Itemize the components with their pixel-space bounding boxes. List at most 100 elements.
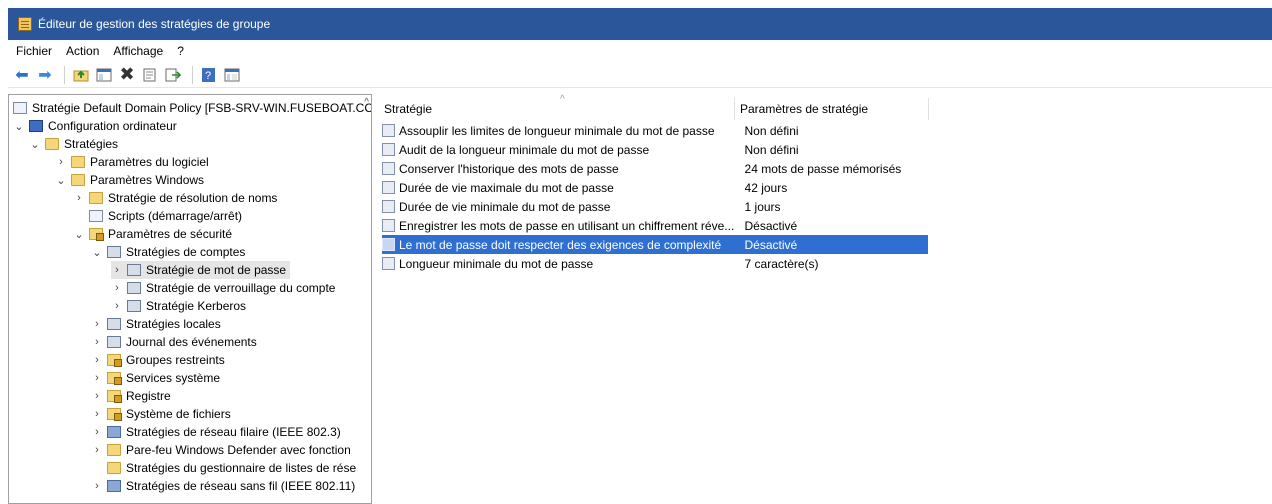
menu-fichier[interactable]: Fichier [8,44,58,58]
chevron-right-icon[interactable]: › [111,264,123,276]
tree-item-label: Registre [126,389,171,403]
tree-item-network-list-manager[interactable]: Stratégies du gestionnaire de listes de … [107,459,356,477]
tree-item-label: Stratégies du gestionnaire de listes de … [126,461,357,475]
column-header-policy[interactable]: Stratégie ^ [384,94,736,120]
chevron-down-icon[interactable]: ⌄ [73,228,85,241]
tree-item-label: Configuration ordinateur [48,119,177,133]
policy-value: 42 jours [744,180,788,195]
chevron-right-icon[interactable]: › [91,408,103,420]
tree-item-label: Journal des événements [126,335,257,349]
list-item[interactable]: Durée de vie minimale du mot de passe 1 … [382,197,928,216]
tree-item-label: Stratégies de réseau filaire (IEEE 802.3… [126,425,341,439]
list-item[interactable]: Longueur minimale du mot de passe 7 cara… [382,254,928,273]
tree-item-scripts[interactable]: Scripts (démarrage/arrêt) [89,207,242,225]
tree-item-label: Paramètres de sécurité [108,227,233,241]
tree-item-wired-network[interactable]: › Stratégies de réseau filaire (IEEE 802… [91,423,341,441]
show-hide-tree-icon[interactable] [94,65,114,85]
column-header-setting[interactable]: Paramètres de stratégie [740,98,926,120]
export-list-icon[interactable] [163,65,183,85]
tree-item-account-policies[interactable]: ⌄ Stratégies de comptes [91,243,245,261]
menu-affichage[interactable]: Affichage [105,44,169,58]
tree-item-local-policies[interactable]: › Stratégies locales [91,315,221,333]
network-policy-icon [107,426,121,438]
up-folder-icon[interactable] [71,65,91,85]
list-item[interactable]: Conserver l'historique des mots de passe… [382,159,928,178]
chevron-right-icon[interactable]: › [91,318,103,330]
tree-item-label: Stratégie de verrouillage du compte [146,281,336,295]
top-strip [0,0,1272,8]
policy-setting-icon [382,219,395,232]
policy-book-icon [107,318,121,330]
chevron-right-icon[interactable]: › [111,282,123,294]
chevron-right-icon[interactable]: › [73,192,85,204]
policy-editor-icon [18,17,32,31]
tree-item-event-log[interactable]: › Journal des événements [91,333,257,351]
menu-bar: Fichier Action Affichage ? [8,40,1272,62]
title-bar: Éditeur de gestion des stratégies de gro… [8,8,1272,40]
tree-item-name-resolution[interactable]: › Stratégie de résolution de noms [73,189,277,207]
tree-item-wireless-network[interactable]: › Stratégies de réseau sans fil (IEEE 80… [91,477,355,495]
tree-item-security-settings[interactable]: ⌄ Paramètres de sécurité [73,225,232,243]
svg-text:?: ? [205,70,211,82]
column-divider[interactable] [928,98,929,120]
column-header-label: Paramètres de stratégie [740,102,869,116]
tree-item-kerberos-policy[interactable]: › Stratégie Kerberos [111,297,246,315]
folder-icon [107,462,121,474]
tree-item-password-policy[interactable]: › Stratégie de mot de passe [111,261,291,279]
policy-setting-icon [382,143,395,156]
tree-item-root-policy[interactable]: Stratégie Default Domain Policy [FSB-SRV… [13,99,371,117]
chevron-right-icon[interactable]: › [55,156,67,168]
chevron-right-icon[interactable]: › [91,426,103,438]
column-divider[interactable] [734,98,735,120]
tree-item-windows-settings[interactable]: ⌄ Paramètres Windows [55,171,204,189]
folder-icon [45,138,59,150]
chevron-down-icon[interactable]: ⌄ [55,174,67,187]
policy-name: Audit de la longueur minimale du mot de … [399,142,650,157]
properties-icon[interactable] [140,65,160,85]
chevron-down-icon[interactable]: ⌄ [13,120,25,133]
tree-item-system-services[interactable]: › Services système [91,369,220,387]
chevron-right-icon[interactable]: › [111,300,123,312]
tree-item-restricted-groups[interactable]: › Groupes restreints [91,351,225,369]
tree-item-software-settings[interactable]: › Paramètres du logiciel [55,153,209,171]
list-item[interactable]: Audit de la longueur minimale du mot de … [382,140,928,159]
chevron-right-icon[interactable]: › [91,354,103,366]
tree-item-registry[interactable]: › Registre [91,387,171,405]
list-item-selected[interactable]: Le mot de passe doit respecter des exige… [382,235,928,254]
chevron-right-icon[interactable]: › [91,336,103,348]
back-arrow-icon[interactable]: ⬅ [12,65,32,85]
menu-action[interactable]: Action [58,44,105,58]
tree-item-label: Paramètres Windows [90,173,205,187]
console-tree[interactable]: ^ Stratégie Default Domain Policy [FSB-S… [8,94,372,504]
chevron-down-icon[interactable]: ⌄ [29,138,41,151]
list-item[interactable]: Assouplir les limites de longueur minima… [382,121,928,140]
view-icon[interactable] [222,65,242,85]
chevron-down-icon[interactable]: ⌄ [91,246,103,259]
tree-item-computer-config[interactable]: ⌄ Configuration ordinateur [13,117,177,135]
chevron-right-icon[interactable]: › [91,390,103,402]
folder-icon [107,444,121,456]
chevron-right-icon[interactable]: › [91,372,103,384]
forward-arrow-icon[interactable]: ➡ [35,65,55,85]
tree-item-file-system[interactable]: › Système de fichiers [91,405,231,423]
locked-folder-icon [107,372,122,385]
delete-icon[interactable]: ✖ [117,64,137,85]
list-item[interactable]: Durée de vie maximale du mot de passe 42… [382,178,928,197]
help-icon[interactable]: ? [199,65,219,85]
tree-item-label: Stratégies locales [126,317,221,331]
chevron-right-icon[interactable]: › [91,480,103,492]
policy-name: Longueur minimale du mot de passe [399,256,594,271]
list-item[interactable]: Enregistrer les mots de passe en utilisa… [382,216,928,235]
policy-name: Assouplir les limites de longueur minima… [399,123,715,138]
folder-icon [89,192,103,204]
policy-setting-icon [382,238,395,251]
chevron-right-icon[interactable]: › [91,444,103,456]
policy-scroll-icon [13,102,27,114]
tree-item-lockout-policy[interactable]: › Stratégie de verrouillage du compte [111,279,335,297]
policy-name: Durée de vie minimale du mot de passe [399,199,611,214]
menu-help[interactable]: ? [169,44,190,58]
toolbar: ⬅ ➡ ✖ ? [8,62,1272,88]
tree-item-strategies[interactable]: ⌄ Stratégies [29,135,118,153]
locked-folder-icon [107,390,122,403]
tree-item-defender-firewall[interactable]: › Pare-feu Windows Defender avec fonctio… [91,441,351,459]
